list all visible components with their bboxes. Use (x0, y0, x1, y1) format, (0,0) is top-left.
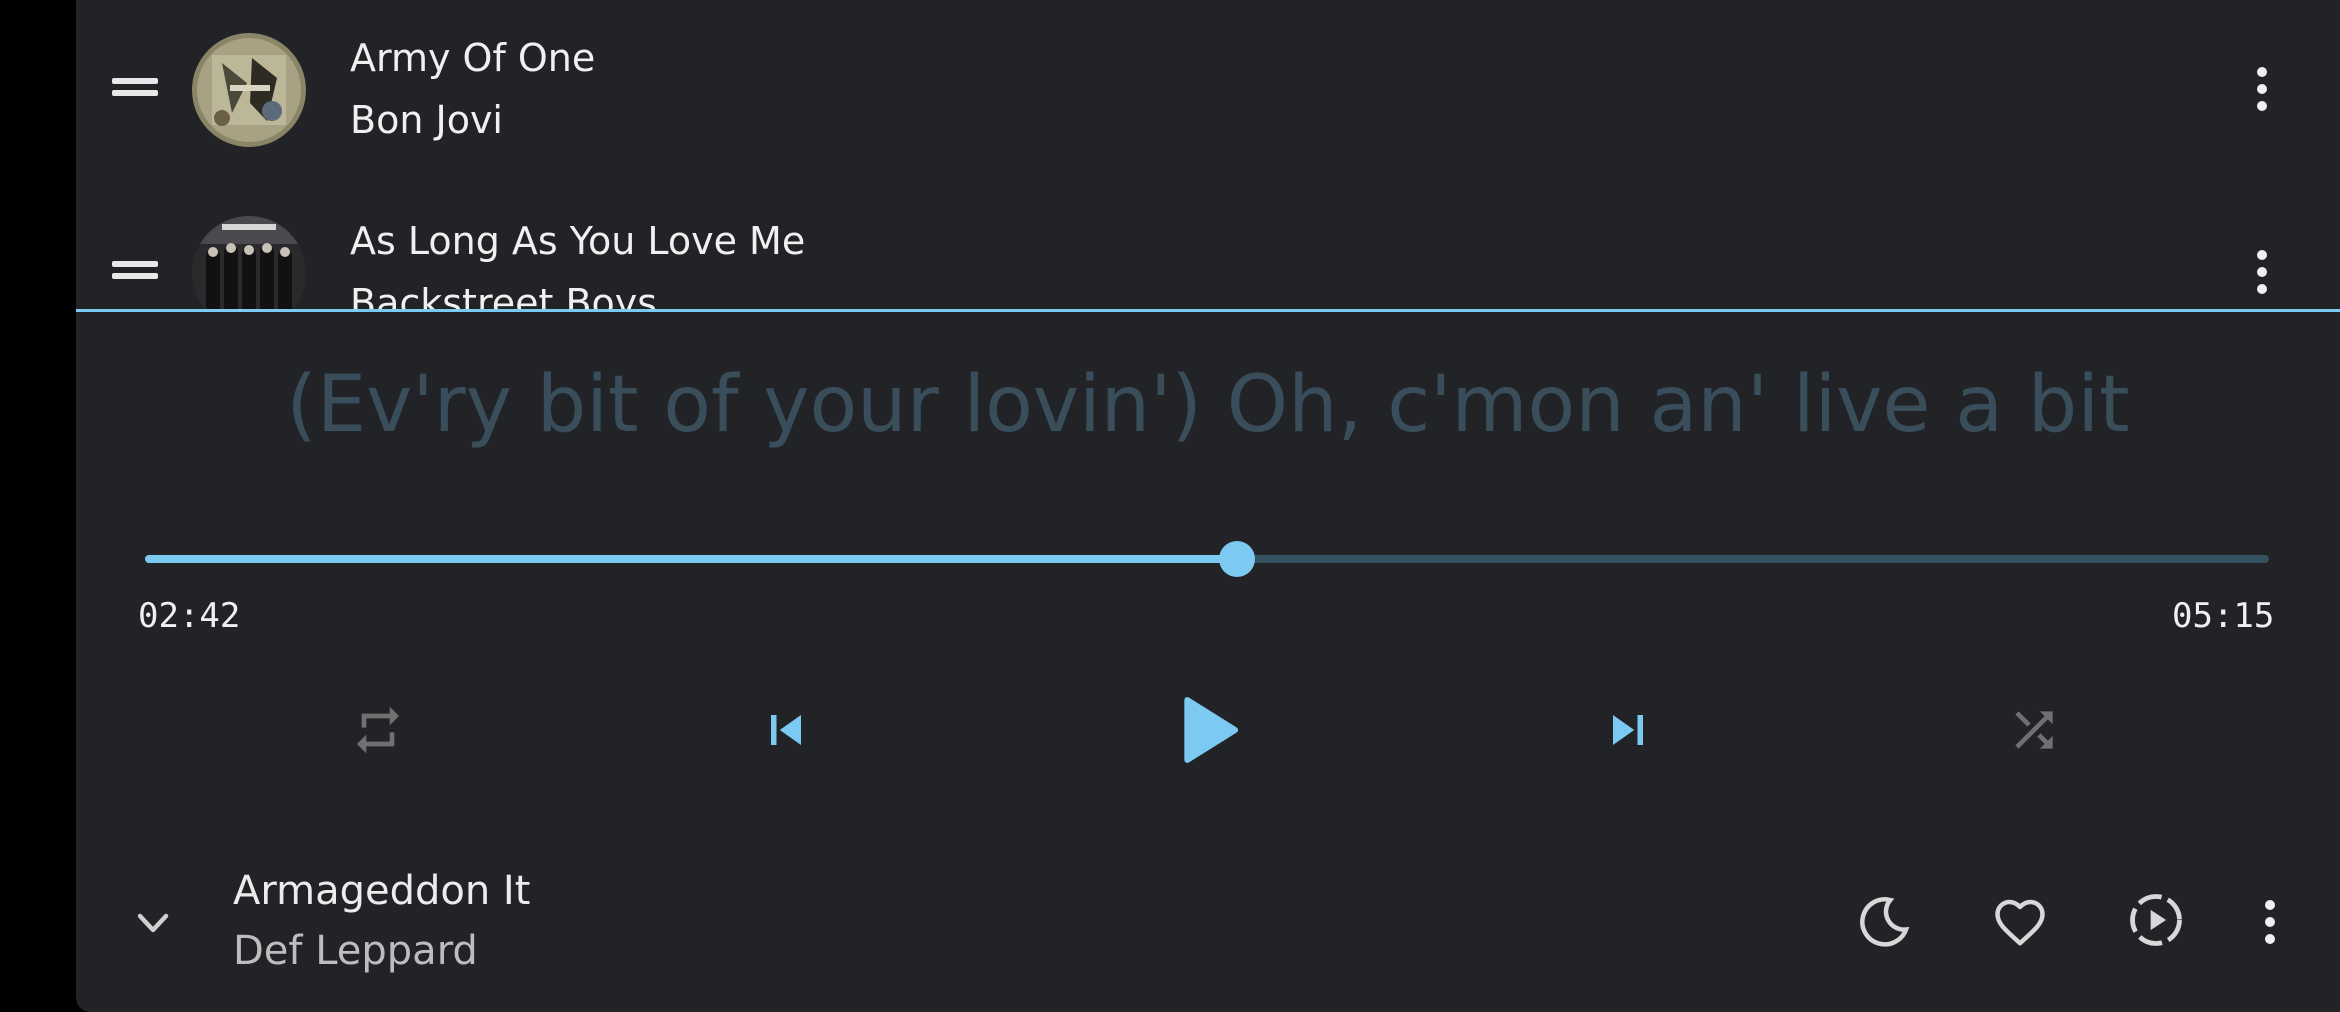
repeat-button[interactable] (348, 700, 408, 760)
playback-mode-button[interactable] (2124, 888, 2188, 952)
queue-item[interactable]: As Long As You Love Me Backstreet Boys (76, 183, 2340, 310)
now-playing-more-icon[interactable] (2260, 897, 2280, 947)
favorite-button[interactable] (1990, 892, 2050, 952)
player-panel: Army Of One Bon Jovi As Long As You Love… (76, 0, 2340, 1012)
more-options-icon[interactable] (2252, 247, 2272, 297)
shuffle-icon (2015, 711, 2053, 749)
play-button[interactable] (1156, 680, 1256, 780)
queue-item-title: As Long As You Love Me (350, 219, 806, 263)
queue-item-title: Army Of One (350, 36, 596, 80)
album-art-army-of-one (192, 33, 306, 147)
queue-item-artist: Backstreet Boys (350, 281, 658, 310)
skip-previous-icon (771, 715, 801, 745)
seek-progress (145, 555, 1237, 563)
more-options-icon[interactable] (2252, 64, 2272, 114)
skip-next-icon (1613, 715, 1643, 745)
shuffle-button[interactable] (2004, 700, 2064, 760)
seek-bar[interactable] (145, 541, 2269, 577)
drag-handle-icon[interactable] (112, 74, 158, 102)
play-circle-dashed-icon (2130, 894, 2182, 946)
now-playing-artist: Def Leppard (233, 928, 478, 974)
moon-icon (1860, 897, 1910, 947)
queue-divider (76, 309, 2340, 312)
queue-list[interactable]: Army Of One Bon Jovi As Long As You Love… (76, 0, 2340, 310)
repeat-icon (357, 706, 399, 754)
drag-handle-icon[interactable] (112, 257, 158, 285)
collapse-chevron-icon[interactable] (128, 904, 178, 944)
now-playing-title: Armageddon It (233, 868, 531, 914)
queue-item-artist: Bon Jovi (350, 98, 503, 142)
previous-button[interactable] (756, 700, 816, 760)
queue-item[interactable]: Army Of One Bon Jovi (76, 0, 2340, 183)
sleep-timer-button[interactable] (1854, 892, 1914, 952)
next-button[interactable] (1598, 700, 1658, 760)
heart-icon (1995, 899, 2045, 946)
elapsed-time: 02:42 (138, 596, 241, 636)
play-icon (1184, 697, 1239, 763)
total-duration: 05:15 (2172, 596, 2275, 636)
current-lyric-line[interactable]: (Ev'ry bit of your lovin') Oh, c'mon an'… (76, 360, 2340, 450)
seek-thumb[interactable] (1218, 541, 1255, 577)
album-art-backstreet-boys (192, 216, 306, 310)
